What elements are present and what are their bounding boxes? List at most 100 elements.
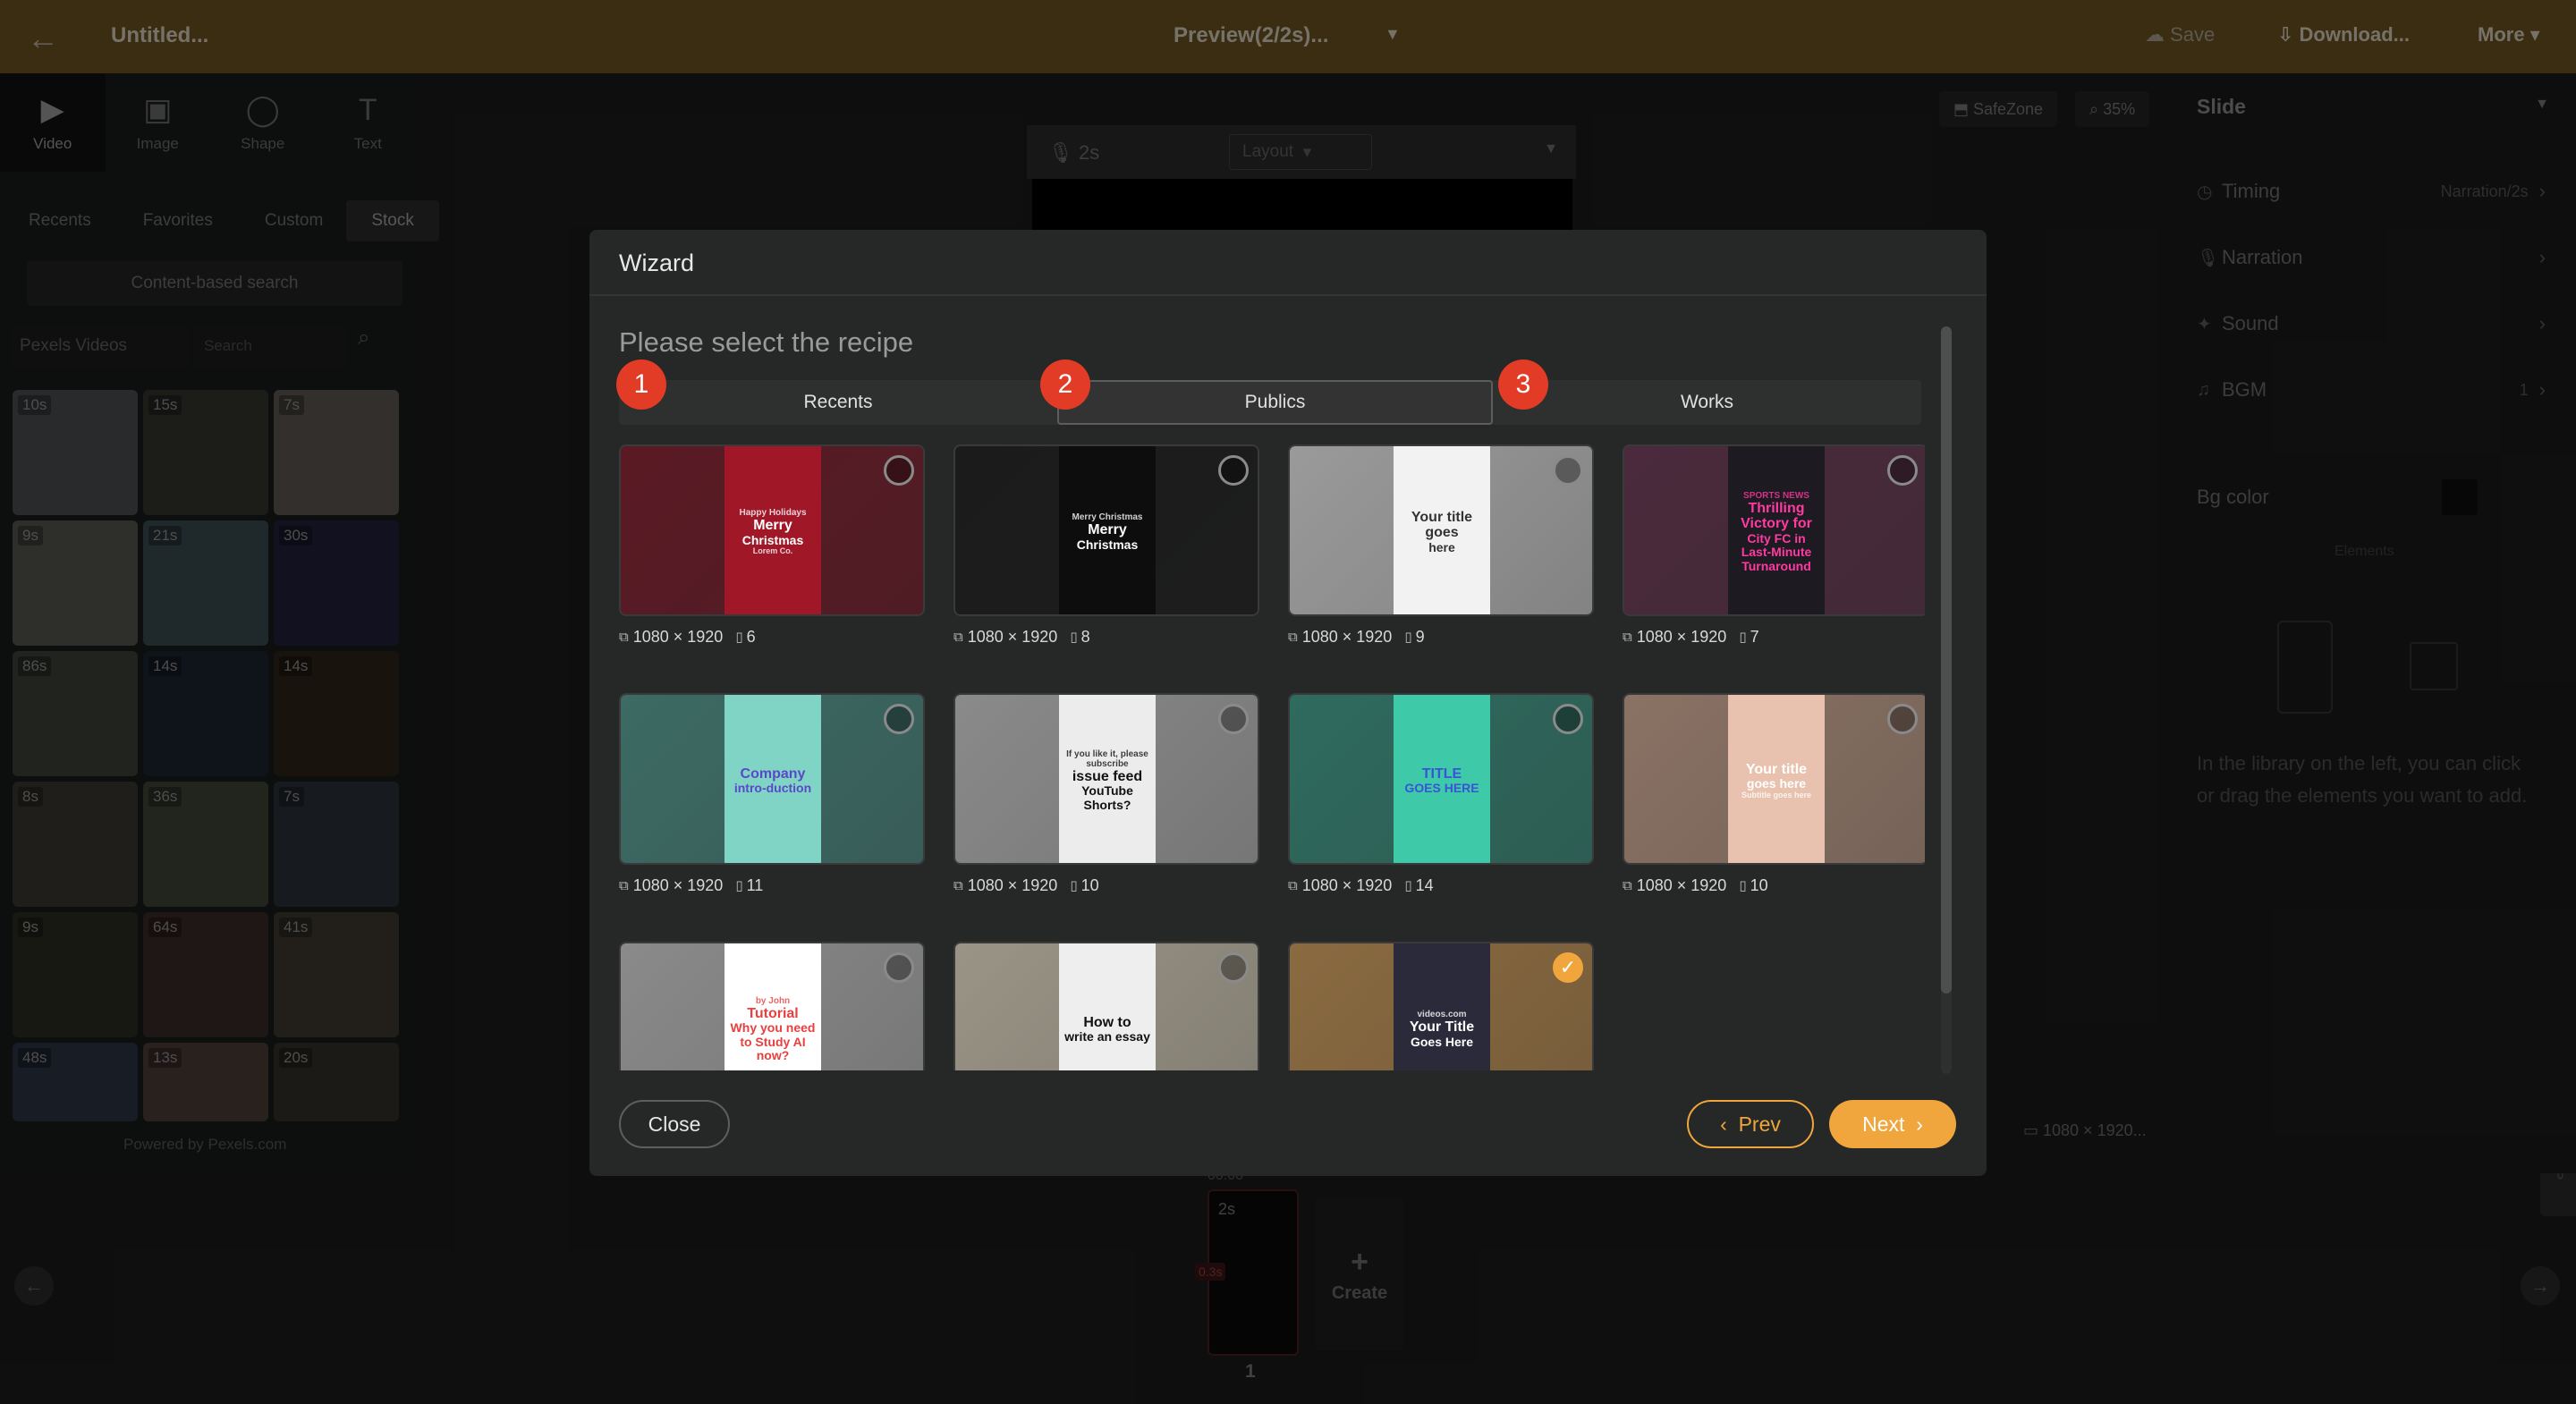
template-pages: 10 bbox=[1080, 875, 1099, 894]
template-foreground: SPORTS NEWS Thrilling Victory for City FC … bbox=[1728, 446, 1825, 614]
step-badge-3: 3 bbox=[1498, 359, 1548, 410]
template-card[interactable]: SPORTS NEWS Thrilling Victory for City FC … bbox=[1623, 444, 1925, 647]
template-pages: 10 bbox=[1750, 875, 1768, 894]
grid-scrollbar[interactable] bbox=[1941, 326, 1952, 1074]
template-card[interactable]: TITLE GOES HERE ⧉ 1080 × 1920 ▯ 14 bbox=[1288, 693, 1594, 895]
template-line-1: Tutorial bbox=[747, 1005, 799, 1021]
template-preview[interactable]: If you like it, please subscribe issue fe… bbox=[953, 693, 1259, 865]
template-card[interactable]: Happy Holidays Merry Christmas Lorem Co. ⧉ 10… bbox=[619, 444, 925, 647]
template-top-text: videos.com bbox=[1417, 1010, 1467, 1019]
chevron-right-icon: › bbox=[1916, 1112, 1923, 1136]
tab-publics[interactable]: Publics bbox=[1057, 380, 1493, 425]
template-card[interactable]: videos.com Your Title Goes Here ✓ bbox=[1288, 942, 1594, 1070]
template-top-text: by John bbox=[755, 995, 791, 1006]
pages-icon: ▯ bbox=[735, 878, 743, 893]
template-foreground: videos.com Your Title Goes Here bbox=[1394, 943, 1490, 1070]
template-foreground: Merry Christmas Merry Christmas bbox=[1059, 446, 1156, 614]
resolution-icon: ⧉ bbox=[1623, 877, 1632, 893]
template-meta: ⧉ 1080 × 1920 ▯ 10 bbox=[953, 875, 1259, 895]
select-radio[interactable] bbox=[1218, 952, 1249, 983]
select-radio[interactable] bbox=[1887, 455, 1918, 486]
template-pages: 8 bbox=[1080, 627, 1090, 646]
template-foreground: TITLE GOES HERE bbox=[1394, 695, 1490, 863]
template-line-1: issue feed bbox=[1072, 768, 1143, 784]
template-foreground: Company intro-duction bbox=[724, 695, 821, 863]
template-line-2: Christmas bbox=[741, 532, 804, 547]
template-preview[interactable]: TITLE GOES HERE bbox=[1288, 693, 1594, 865]
select-radio[interactable] bbox=[1553, 704, 1583, 734]
template-line-2: goes here bbox=[1746, 776, 1807, 791]
template-preview[interactable]: How to write an essay bbox=[953, 942, 1259, 1070]
template-line-2: intro-duction bbox=[733, 781, 812, 796]
resolution-icon: ⧉ bbox=[1288, 629, 1298, 645]
template-preview[interactable]: Merry Christmas Merry Christmas bbox=[953, 444, 1259, 616]
pages-icon: ▯ bbox=[1070, 878, 1078, 893]
chevron-left-icon: ‹ bbox=[1720, 1112, 1727, 1136]
template-meta: ⧉ 1080 × 1920 ▯ 11 bbox=[619, 875, 925, 895]
template-top-text: If you like it, please subscribe bbox=[1066, 749, 1148, 769]
template-preview[interactable]: Your title goes here bbox=[1288, 444, 1594, 616]
template-line-2: GOES HERE bbox=[1404, 781, 1479, 796]
template-preview[interactable]: Happy Holidays Merry Christmas Lorem Co. bbox=[619, 444, 925, 616]
template-foreground: Happy Holidays Merry Christmas Lorem Co. bbox=[724, 446, 821, 614]
resolution-icon: ⧉ bbox=[619, 629, 629, 645]
template-meta: ⧉ 1080 × 1920 ▯ 10 bbox=[1623, 875, 1925, 895]
template-preview[interactable]: videos.com Your Title Goes Here ✓ bbox=[1288, 942, 1594, 1070]
template-bottom-text: Lorem Co. bbox=[752, 546, 793, 556]
template-card[interactable]: How to write an essay bbox=[953, 942, 1259, 1070]
tab-works[interactable]: Works bbox=[1493, 380, 1921, 425]
select-radio[interactable] bbox=[884, 455, 914, 486]
pages-icon: ▯ bbox=[1404, 630, 1412, 645]
template-line-2: Why you need to Study AI now? bbox=[730, 1020, 816, 1062]
template-card[interactable]: If you like it, please subscribe issue fe… bbox=[953, 693, 1259, 895]
selected-check-icon[interactable]: ✓ bbox=[1553, 952, 1583, 983]
template-line-1: TITLE bbox=[1421, 765, 1462, 782]
template-resolution: 1080 × 1920 bbox=[1301, 875, 1393, 894]
select-radio[interactable] bbox=[1887, 704, 1918, 734]
template-top-text: Happy Holidays bbox=[739, 508, 807, 519]
template-pages: 11 bbox=[746, 875, 764, 894]
tab-recents[interactable]: Recents bbox=[619, 380, 1057, 425]
template-card[interactable]: Merry Christmas Merry Christmas ⧉ 1080 × 192… bbox=[953, 444, 1259, 647]
template-line-2: YouTube Shorts? bbox=[1081, 783, 1133, 812]
select-radio[interactable] bbox=[1218, 704, 1249, 734]
pages-icon: ▯ bbox=[1739, 878, 1747, 893]
close-button[interactable]: Close bbox=[619, 1100, 730, 1148]
select-radio[interactable] bbox=[884, 704, 914, 734]
template-card[interactable]: Your title goes here ⧉ 1080 × 1920 ▯ 9 bbox=[1288, 444, 1594, 647]
template-preview[interactable]: Company intro-duction bbox=[619, 693, 925, 865]
next-button[interactable]: Next › bbox=[1829, 1100, 1956, 1148]
template-line-1: Merry bbox=[753, 518, 792, 534]
wizard-title: Wizard bbox=[619, 250, 695, 276]
step-badge-1: 1 bbox=[616, 359, 666, 410]
template-meta: ⧉ 1080 × 1920 ▯ 14 bbox=[1288, 875, 1594, 895]
template-foreground: by John Tutorial Why you need to Study AI … bbox=[724, 943, 821, 1070]
template-line-1: Merry bbox=[1088, 522, 1127, 537]
template-pages: 9 bbox=[1415, 627, 1425, 646]
template-foreground: If you like it, please subscribe issue fe… bbox=[1059, 695, 1156, 863]
template-preview[interactable]: SPORTS NEWS Thrilling Victory for City FC … bbox=[1623, 444, 1925, 616]
template-card[interactable]: by John Tutorial Why you need to Study AI … bbox=[619, 942, 925, 1070]
template-preview[interactable]: Your title goes here Subtitle goes here bbox=[1623, 693, 1925, 865]
template-pages: 7 bbox=[1750, 627, 1759, 646]
select-radio[interactable] bbox=[884, 952, 914, 983]
recipe-heading: Please select the recipe bbox=[619, 326, 914, 358]
template-line-1: Your title goes bbox=[1411, 509, 1473, 541]
next-label: Next bbox=[1862, 1112, 1905, 1136]
template-line-1: Thrilling Victory for bbox=[1741, 500, 1812, 532]
select-radio[interactable] bbox=[1218, 455, 1249, 486]
wizard-dialog: Wizard Please select the recipe Recents … bbox=[589, 230, 1987, 1176]
template-card[interactable]: Your title goes here Subtitle goes here ⧉ 10… bbox=[1623, 693, 1925, 895]
pages-icon: ▯ bbox=[1404, 878, 1412, 893]
resolution-icon: ⧉ bbox=[619, 877, 629, 893]
template-grid: Happy Holidays Merry Christmas Lorem Co. ⧉ 10… bbox=[619, 444, 1925, 1070]
template-preview[interactable]: by John Tutorial Why you need to Study AI … bbox=[619, 942, 925, 1070]
resolution-icon: ⧉ bbox=[1623, 629, 1632, 645]
prev-button[interactable]: ‹ Prev bbox=[1687, 1100, 1814, 1148]
scrollbar-thumb[interactable] bbox=[1941, 326, 1952, 994]
template-resolution: 1080 × 1920 bbox=[967, 627, 1058, 646]
template-card[interactable]: Company intro-duction ⧉ 1080 × 1920 ▯ 11 bbox=[619, 693, 925, 895]
select-radio[interactable] bbox=[1553, 455, 1583, 486]
template-resolution: 1080 × 1920 bbox=[1636, 875, 1727, 894]
template-resolution: 1080 × 1920 bbox=[1301, 627, 1393, 646]
